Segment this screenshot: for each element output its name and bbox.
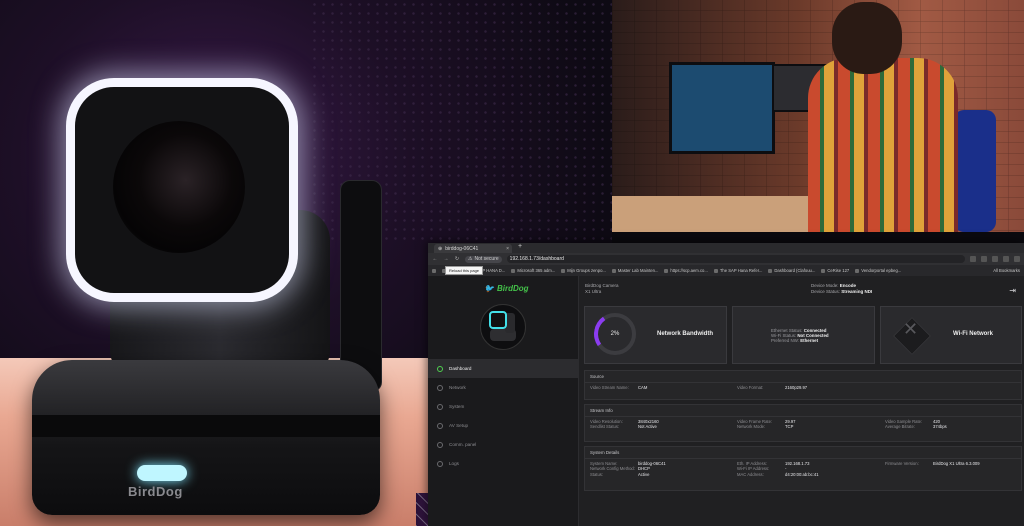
ethernet-status-card: Ethernet Status: Connected Wi-Fi Status:… [732,306,875,364]
camera-logo: BirdDog [128,484,183,499]
bookmark-item[interactable]: Dashboard (Clafouu... [768,268,815,273]
system-status: Active [638,471,650,477]
tab-strip: ⊕ birddog-06C41 × + [428,243,1024,253]
sidebar: 🐦 BirdDog Dashboard Network System AV Se… [428,276,579,526]
camera-thumbnail-head [489,311,507,329]
network-mode: TCP [785,424,794,430]
url-input[interactable]: 192.168.1.73/dashboard [506,255,965,263]
reload-icon[interactable]: ↻ [454,256,460,262]
bandwidth-title: Network Bandwidth [657,331,714,337]
bookmark-item[interactable]: Vendorportal epbeg... [855,268,901,273]
camera-head [66,78,298,302]
system-details-title: System Details [585,447,1021,459]
close-icon: ✕ [903,319,919,339]
device-mode-value: Encode [839,283,857,288]
mac-address: d4:20:00:ab:bc:41 [785,471,819,477]
warning-icon: ⚠ [468,255,473,262]
source-title: Source [585,371,1021,383]
firmware-version: BirdDog X1 Ultra 6.3.009 [933,461,980,466]
forward-arrow-icon[interactable]: → [443,256,449,262]
device-status-value: Streaming NDI [841,289,873,294]
bookmark-item[interactable]: CeRise 127 [821,268,849,273]
sidebar-item-comm-panel[interactable]: Comm. panel [428,435,578,454]
dashboard-icon [437,365,443,372]
menu-icon[interactable] [1014,256,1020,262]
studio-photo-inset [612,0,1024,232]
average-bitrate: 374bps [933,424,947,430]
download-icon[interactable] [992,256,998,262]
birddog-logo: 🐦 BirdDog [484,284,529,293]
stream-info-title: Stream Info [585,405,1021,417]
ptz-camera: BirdDog [0,0,430,526]
bookmark-item[interactable]: The SAP Hana Refer... [713,268,762,273]
birddog-web-ui: 🐦 BirdDog Dashboard Network System AV Se… [428,276,1024,526]
camera-base-ring [32,415,380,437]
dashboard-main: BirdDog Camera X1 Ultra Device Mode: Enc… [579,276,1024,526]
sidebar-item-logs[interactable]: Logs [428,454,578,473]
wifi-network-card[interactable]: ✕ Wi-Fi Network [880,306,1022,364]
browser-tab[interactable]: ⊕ birddog-06C41 × [434,244,512,253]
studio-person-head [832,2,902,74]
wifi-title: Wi-Fi Network [953,331,993,337]
profile-icon[interactable] [1003,256,1009,262]
apps-icon[interactable] [432,268,436,273]
studio-desk [612,196,832,232]
logo-text: BirdDog [496,284,529,293]
studio-chair [954,110,996,232]
network-bandwidth-card: 2% Network Bandwidth [584,306,727,364]
new-tab-button[interactable]: + [518,243,522,250]
bookmark-item[interactable]: https://scp.aem.co... [664,268,708,273]
bird-icon: 🐦 [484,284,494,293]
bandwidth-percent: 2% [610,331,620,337]
camera-base [32,360,380,515]
network-icon [437,384,443,391]
reload-tooltip: Reload this page [445,266,484,275]
bookmark-item[interactable]: Master Lab Mainten... [611,268,658,273]
source-section: Source Video Stream Name: CAM Video Forma… [584,370,1022,400]
sidebar-item-system[interactable]: System [428,397,578,416]
studio-monitor [669,62,775,154]
bookmark-item[interactable]: Mijn Groups zenpo... [561,268,606,273]
sidebar-item-dashboard[interactable]: Dashboard [428,359,578,378]
system-icon [437,403,443,410]
camera-status-led [137,465,187,481]
device-mode-status: Device Mode: Encode Device Status: Strea… [811,283,873,294]
video-stream-name: CAM [638,385,648,390]
camera-lens [113,121,245,253]
bookmarks-bar: AI ADMI, SAP HANA D... Microsoft 365 adm… [428,265,1024,276]
back-arrow-icon[interactable]: ← [432,256,438,262]
browser-window: ⊕ birddog-06C41 × + ← → ↻ ⚠ Not secure 1… [428,243,1024,526]
tab-title: birddog-06C41 [445,245,479,252]
video-format: 2160p29.97 [785,385,808,390]
security-label: Not secure [474,255,499,262]
comm-panel-icon [437,441,443,448]
eth-ip-address: 192.168.1.73 [785,461,810,466]
tab-close-icon[interactable]: × [506,246,509,252]
sendlist-status: Not Active [638,424,657,430]
extension-icon[interactable] [981,256,987,262]
av-setup-icon [437,422,443,429]
ethernet-status-list: Ethernet Status: Connected Wi-Fi Status:… [771,328,829,343]
device-avatar [480,304,526,350]
device-header: BirdDog Camera X1 Ultra [585,283,619,295]
device-model: X1 Ultra [585,289,602,294]
logs-icon [437,460,443,467]
sidebar-item-network[interactable]: Network [428,378,578,397]
sidebar-item-av-setup[interactable]: AV Setup [428,416,578,435]
security-indicator[interactable]: ⚠ Not secure [465,255,502,263]
all-bookmarks-button[interactable]: All Bookmarks [993,268,1020,273]
logout-icon[interactable]: ⇥ [1009,286,1016,295]
star-icon[interactable] [970,256,976,262]
bookmark-item[interactable]: Microsoft 365 adm... [511,268,555,273]
system-details-section: System Details System Name: birddog-06C41… [584,446,1022,491]
stream-info-section: Stream Info Video Resolution: 3840x2160 S… [584,404,1022,442]
sidebar-nav: Dashboard Network System AV Setup Comm. … [428,359,578,473]
studio-person [808,58,958,232]
globe-icon: ⊕ [438,245,443,252]
address-bar-row: ← → ↻ ⚠ Not secure 192.168.1.73/dashboar… [428,253,1024,265]
